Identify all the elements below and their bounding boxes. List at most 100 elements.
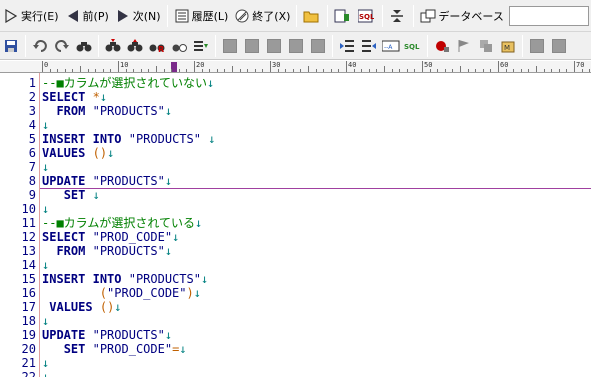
ruler-tick — [201, 69, 203, 72]
record-icon[interactable] — [432, 36, 452, 56]
svg-text:--A: --A — [384, 44, 393, 51]
find-prev-icon[interactable] — [125, 36, 145, 56]
database-select[interactable] — [508, 5, 589, 26]
ruler-tick — [247, 69, 249, 72]
jump-icon[interactable] — [169, 36, 189, 56]
ruler-tick — [186, 69, 188, 72]
copy-window-icon[interactable] — [476, 36, 496, 56]
format-button-5[interactable] — [308, 36, 328, 56]
code-line[interactable]: 16 ("PROD_CODE")↓ — [0, 286, 591, 300]
ruler-tick — [133, 69, 135, 72]
ruler-tick — [376, 69, 378, 72]
ruler-tick — [277, 69, 279, 72]
ruler-tick — [346, 61, 347, 72]
flag-icon[interactable] — [454, 36, 474, 56]
ruler-tick — [262, 69, 264, 72]
code-line[interactable]: 15 INSERT INTO "PRODUCTS"↓ — [0, 272, 591, 286]
indent-icon[interactable] — [337, 36, 357, 56]
ruler-tick — [102, 69, 104, 72]
history-button[interactable]: 履歴(L) — [171, 4, 232, 28]
line-number: 20 — [21, 342, 36, 356]
code-text: INSERT INTO "PRODUCTS" ↓ — [42, 132, 216, 146]
svg-text:M: M — [504, 44, 510, 52]
code-line[interactable]: 2 SELECT *↓ — [0, 90, 591, 104]
macro-icon[interactable]: M — [498, 36, 518, 56]
ruler-tick — [323, 69, 325, 72]
format-button-4[interactable] — [286, 36, 306, 56]
ruler-tick — [460, 66, 461, 72]
code-line[interactable]: 22 ↓ — [0, 370, 591, 377]
code-text: ↓ — [42, 202, 50, 216]
redo-icon[interactable] — [52, 36, 72, 56]
execute-button[interactable]: 実行(E) — [0, 4, 62, 28]
code-text: UPDATE "PRODUCTS"↓ — [42, 328, 173, 342]
outdent-icon[interactable] — [359, 36, 379, 56]
code-line[interactable]: 17 VALUES ()↓ — [0, 300, 591, 314]
format-button-3[interactable] — [264, 36, 284, 56]
code-line[interactable]: 20 SET "PROD_CODE"=↓ — [0, 342, 591, 356]
tile-icon[interactable] — [549, 36, 569, 56]
code-line[interactable]: 21 ↓ — [0, 356, 591, 370]
ruler-tick — [315, 69, 317, 72]
sql-icon: SQL — [358, 8, 374, 24]
line-number: 1 — [28, 76, 36, 90]
line-number: 15 — [21, 272, 36, 286]
window-icon[interactable] — [527, 36, 547, 56]
table-button[interactable] — [331, 4, 355, 28]
ruler-label: 50 — [424, 61, 433, 69]
ruler-tick — [353, 69, 355, 72]
code-line[interactable]: 12 SELECT "PROD_CODE"↓ — [0, 230, 591, 244]
open-folder-button[interactable] — [300, 4, 324, 28]
sql-format-icon[interactable]: SQL — [403, 36, 423, 56]
toolbar-separator — [382, 4, 384, 27]
sql-button[interactable]: SQL — [355, 4, 379, 28]
database-button[interactable]: データベース — [417, 4, 506, 28]
code-line[interactable]: 9 SET ↓ — [0, 188, 591, 202]
code-line[interactable]: 5 INSERT INTO "PRODUCTS" ↓ — [0, 132, 591, 146]
code-text: ↓ — [42, 258, 50, 272]
collapse-button[interactable] — [386, 4, 410, 28]
sql-editor[interactable]: 1 --■カラムが選択されていない↓ 2 SELECT *↓ 3 FROM "PRODU… — [0, 73, 591, 377]
ruler-tick — [308, 66, 309, 72]
code-line[interactable]: 10 ↓ — [0, 202, 591, 216]
replace-icon[interactable]: R — [147, 36, 167, 56]
toolbar-separator — [166, 4, 168, 27]
code-line[interactable]: 18 ↓ — [0, 314, 591, 328]
code-line[interactable]: 1 --■カラムが選択されていない↓ — [0, 76, 591, 90]
code-text: SELECT "PROD_CODE"↓ — [42, 230, 180, 244]
stop-button[interactable]: 終了(X) — [231, 4, 293, 28]
code-text: INSERT INTO "PRODUCTS"↓ — [42, 272, 209, 286]
ruler-tick — [414, 69, 416, 72]
code-line[interactable]: 11 --■カラムが選択されている↓ — [0, 216, 591, 230]
ruler-tick — [574, 61, 575, 72]
prev-button[interactable]: 前(P) — [62, 4, 112, 28]
line-number: 18 — [21, 314, 36, 328]
undo-icon[interactable] — [30, 36, 50, 56]
toolbar-separator — [296, 4, 298, 27]
case-convert-icon[interactable]: --A — [381, 36, 401, 56]
code-line[interactable]: 13 FROM "PRODUCTS"↓ — [0, 244, 591, 258]
ruler-tick — [239, 69, 241, 72]
save-icon[interactable] — [1, 36, 21, 56]
format-button-1[interactable] — [220, 36, 240, 56]
column-ruler: 0 10 20 30 40 50 60 70 — [0, 61, 591, 73]
stop-label: 終了(X) — [252, 9, 291, 23]
code-line[interactable]: 7 ↓ — [0, 160, 591, 174]
code-line[interactable]: 14 ↓ — [0, 258, 591, 272]
code-line[interactable]: 19 UPDATE "PRODUCTS"↓ — [0, 328, 591, 342]
code-line[interactable]: 4 ↓ — [0, 118, 591, 132]
line-number: 6 — [28, 146, 36, 160]
code-line[interactable]: 3 FROM "PRODUCTS"↓ — [0, 104, 591, 118]
ruler-label: 30 — [272, 61, 281, 69]
code-line[interactable]: 8 UPDATE "PRODUCTS"↓ — [0, 174, 591, 188]
next-button[interactable]: 次(N) — [112, 4, 164, 28]
svg-text:SQL: SQL — [404, 43, 420, 51]
svg-text:R: R — [158, 45, 164, 53]
code-line[interactable]: 6 VALUES ()↓ — [0, 146, 591, 160]
find-binoculars-icon[interactable] — [74, 36, 94, 56]
find-next-icon[interactable] — [103, 36, 123, 56]
toolbar-separator — [25, 34, 26, 57]
insert-list-icon[interactable] — [191, 36, 211, 56]
stop-circle-icon — [234, 8, 250, 24]
format-button-2[interactable] — [242, 36, 262, 56]
